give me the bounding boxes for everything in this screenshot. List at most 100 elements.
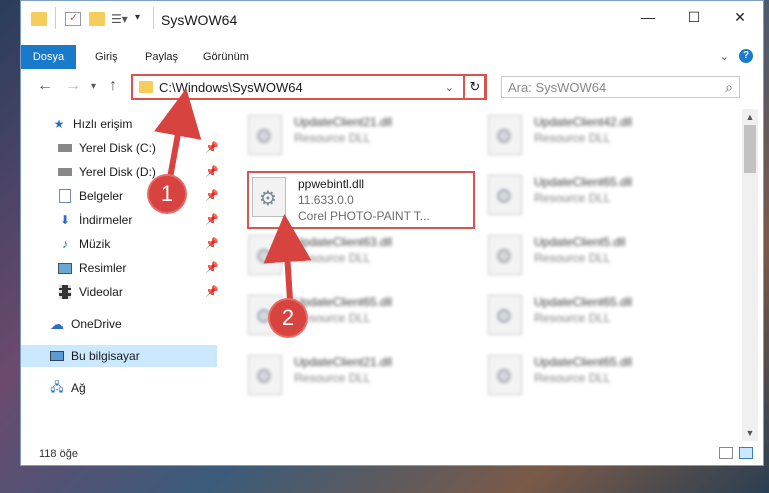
network-icon: 🖧 <box>50 379 64 394</box>
file-name: UpdateClient65.dll <box>534 295 633 309</box>
pin-icon[interactable]: 📌 <box>205 189 219 202</box>
file-item[interactable]: ⚙ UpdateClient42.dll Resource DLL <box>486 111 716 163</box>
sidebar-item-videos[interactable]: Videolar <box>57 281 123 303</box>
file-type: Resource DLL <box>294 371 371 385</box>
up-icon[interactable]: ↑ <box>109 77 117 95</box>
sidebar-item-downloads[interactable]: ⬇ İndirmeler <box>57 209 132 231</box>
file-item[interactable]: ⚙ UpdateClient65.dll Resource DLL <box>486 291 716 343</box>
sidebar-item-local-disk-c[interactable]: Yerel Disk (C:) <box>57 137 156 159</box>
navigation-pane: ★ Hızlı erişim Yerel Disk (C:) 📌 Yerel D… <box>21 109 221 441</box>
vertical-scrollbar[interactable]: ▲ ▼ <box>742 109 758 441</box>
forward-icon[interactable]: → <box>65 77 81 95</box>
tab-view[interactable]: Görünüm <box>203 45 249 69</box>
pin-icon[interactable]: 📌 <box>205 165 219 178</box>
pin-icon[interactable]: 📌 <box>205 261 219 274</box>
close-button[interactable]: ✕ <box>717 1 763 33</box>
file-name: UpdateClient42.dll <box>534 115 633 129</box>
sidebar-item-label: İndirmeler <box>79 213 133 227</box>
pin-icon[interactable]: 📌 <box>205 141 219 154</box>
file-list: ⚙ UpdateClient21.dll Resource DLL ⚙ Upda… <box>226 109 738 441</box>
search-box[interactable]: Ara: SysWOW64 ⌕ <box>501 76 740 98</box>
sidebar-item-pictures[interactable]: Resimler <box>57 257 126 279</box>
file-type: Resource DLL <box>294 131 371 145</box>
dll-file-icon: ⚙ <box>488 295 522 335</box>
sidebar-item-label: OneDrive <box>71 317 122 331</box>
callout-1: 1 <box>149 176 185 212</box>
file-item[interactable]: ⚙ UpdateClient65.dll Resource DLL <box>486 171 716 223</box>
folder-icon <box>139 81 153 93</box>
address-bar[interactable]: C:\Windows\SysWOW64 ⌄ <box>131 74 486 100</box>
file-item[interactable]: ⚙ UpdateClient21.dll Resource DLL <box>246 351 476 403</box>
file-item[interactable]: ⚙ UpdateClient21.dll Resource DLL <box>246 111 476 163</box>
back-icon[interactable]: ← <box>37 77 53 95</box>
file-name: UpdateClient63.dll <box>294 235 393 249</box>
pin-icon[interactable]: 📌 <box>205 285 219 298</box>
sidebar-item-label: Resimler <box>79 261 127 275</box>
file-item[interactable]: ⚙ UpdateClient63.dll Resource DLL <box>246 231 476 283</box>
file-name: UpdateClient21.dll <box>294 115 393 129</box>
file-item[interactable]: ⚙ UpdateClient5.dll Resource DLL <box>486 231 716 283</box>
sidebar-item-quick-access[interactable]: ★ Hızlı erişim <box>51 113 133 135</box>
pictures-icon <box>57 261 73 275</box>
file-item-ppwebintl[interactable]: ⚙ ppwebintl.dll 11.633.0.0 Corel PHOTO-P… <box>250 173 480 225</box>
file-description: Corel PHOTO-PAINT T... <box>298 209 430 223</box>
maximize-button[interactable]: ☐ <box>671 1 717 33</box>
divider <box>153 7 154 29</box>
address-dropdown-icon[interactable]: ⌄ <box>445 81 454 94</box>
file-name: UpdateClient65.dll <box>534 355 633 369</box>
divider <box>55 7 56 29</box>
title-bar: ✓ ☰▾ ▾ SysWOW64 — ☐ ✕ <box>21 1 763 39</box>
large-icons-view-icon[interactable] <box>739 447 753 459</box>
sidebar-item-this-pc[interactable]: Bu bilgisayar <box>21 345 217 367</box>
documents-icon <box>57 189 73 203</box>
ribbon: Dosya Giriş Paylaş Görünüm ⌄ ? <box>21 45 763 69</box>
sidebar-item-label: Belgeler <box>79 189 124 203</box>
sidebar-item-music[interactable]: ♪ Müzik <box>57 233 110 255</box>
dll-file-icon: ⚙ <box>248 235 282 275</box>
properties-icon[interactable]: ✓ <box>65 12 81 26</box>
explorer-window: ✓ ☰▾ ▾ SysWOW64 — ☐ ✕ Dosya Giriş Paylaş… <box>20 0 764 466</box>
sidebar-item-documents[interactable]: Belgeler <box>57 185 123 207</box>
quick-access-customize-icon[interactable]: ☰▾ <box>111 12 128 26</box>
file-type: Resource DLL <box>534 251 611 265</box>
file-item[interactable]: ⚙ UpdateClient65.dll Resource DLL <box>486 351 716 403</box>
window-title: SysWOW64 <box>161 12 238 28</box>
scroll-down-icon[interactable]: ▼ <box>742 425 758 441</box>
status-bar: 118 öğe <box>21 443 763 465</box>
dll-file-icon: ⚙ <box>488 355 522 395</box>
sidebar-item-network[interactable]: 🖧 Ağ <box>49 377 86 399</box>
sidebar-item-label: Yerel Disk (D:) <box>79 165 156 179</box>
tab-home[interactable]: Giriş <box>95 45 118 69</box>
search-icon: ⌕ <box>725 79 733 95</box>
videos-icon <box>57 285 73 299</box>
download-icon: ⬇ <box>59 213 71 227</box>
scroll-up-icon[interactable]: ▲ <box>742 109 758 125</box>
pin-icon[interactable]: 📌 <box>205 213 219 226</box>
pin-icon[interactable]: 📌 <box>205 237 219 250</box>
computer-icon <box>49 349 65 363</box>
sidebar-item-local-disk-d[interactable]: Yerel Disk (D:) <box>57 161 156 183</box>
dll-file-icon: ⚙ <box>252 177 286 217</box>
details-view-icon[interactable] <box>719 447 733 459</box>
dll-file-icon: ⚙ <box>488 115 522 155</box>
sidebar-item-label: Hızlı erişim <box>73 117 133 131</box>
scroll-thumb[interactable] <box>744 125 756 173</box>
sidebar-item-label: Ağ <box>71 381 86 395</box>
tab-file[interactable]: Dosya <box>21 45 76 69</box>
sidebar-item-onedrive[interactable]: ☁ OneDrive <box>49 313 122 335</box>
file-type: Resource DLL <box>534 191 611 205</box>
file-name: UpdateClient21.dll <box>294 355 393 369</box>
item-count: 118 öğe <box>39 448 78 460</box>
minimize-button[interactable]: — <box>625 1 671 33</box>
new-folder-icon[interactable] <box>89 12 105 26</box>
tab-share[interactable]: Paylaş <box>145 45 178 69</box>
quick-access-dropdown-icon[interactable]: ▾ <box>135 12 151 26</box>
recent-locations-icon[interactable]: ▾ <box>91 81 96 92</box>
expand-ribbon-icon[interactable]: ⌄ <box>720 50 729 63</box>
sidebar-item-label: Müzik <box>79 237 111 251</box>
refresh-button[interactable]: ↻ <box>463 74 487 100</box>
star-icon: ★ <box>53 117 65 131</box>
dll-file-icon: ⚙ <box>488 235 522 275</box>
help-icon[interactable]: ? <box>739 49 753 63</box>
callout-2: 2 <box>270 300 306 336</box>
